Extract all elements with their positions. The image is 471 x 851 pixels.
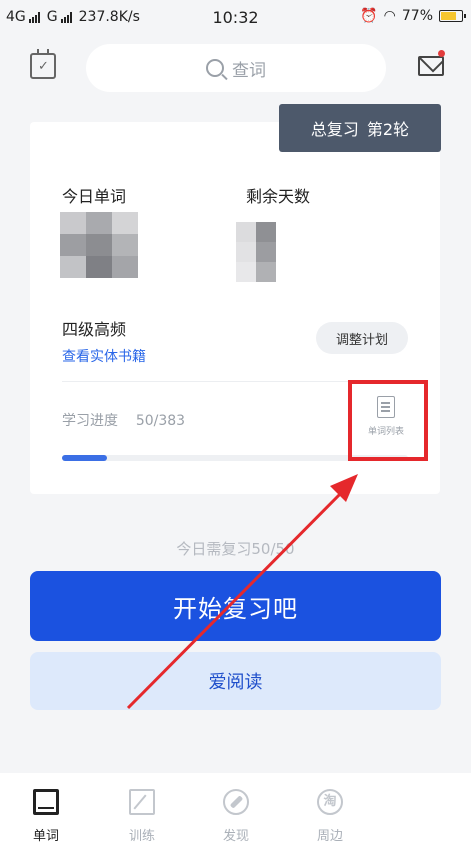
battery-percent: 77% bbox=[401, 8, 433, 24]
tab-label: 单词 bbox=[32, 829, 59, 844]
alarm-icon: ⏰ bbox=[360, 8, 378, 24]
plan-name: 四级高频 bbox=[62, 320, 127, 339]
compass-icon bbox=[223, 789, 249, 815]
annotation-highlight-box bbox=[348, 380, 428, 461]
edit-icon bbox=[129, 789, 155, 815]
view-book-link[interactable]: 查看实体书籍 bbox=[62, 346, 146, 366]
days-left-value-obscured bbox=[236, 222, 276, 282]
tab-nearby[interactable]: 淘 周边 bbox=[300, 773, 360, 851]
tab-discover[interactable]: 发现 bbox=[206, 773, 266, 851]
search-placeholder: 查词 bbox=[232, 60, 266, 81]
mail-icon[interactable] bbox=[418, 56, 444, 76]
progress-bar-fill bbox=[62, 455, 108, 461]
search-icon bbox=[206, 59, 224, 77]
tab-training[interactable]: 训练 bbox=[112, 773, 172, 851]
progress-label: 学习进度 bbox=[62, 413, 118, 429]
today-words-value-obscured bbox=[60, 212, 138, 278]
adjust-plan-button[interactable]: 调整计划 bbox=[316, 322, 408, 354]
round-label: 总复习 bbox=[310, 120, 359, 139]
unread-dot bbox=[438, 50, 445, 57]
progress-text: 学习进度 50/383 bbox=[62, 410, 185, 430]
search-input[interactable]: 查词 bbox=[86, 44, 386, 92]
progress-value: 50/383 bbox=[135, 413, 186, 429]
calendar-check-icon[interactable]: ✓ bbox=[30, 49, 56, 79]
round-value: 第2轮 bbox=[366, 120, 410, 139]
days-left-label: 剩余天数 bbox=[246, 187, 311, 206]
status-bar: 4G G 237.8K/s 10:32 ⏰ ◠ 77% bbox=[0, 0, 471, 34]
system-icons: ⏰ ◠ 77% bbox=[360, 8, 466, 24]
battery-icon bbox=[439, 10, 466, 22]
tab-label: 训练 bbox=[128, 829, 155, 844]
start-review-button[interactable]: 开始复习吧 bbox=[30, 571, 441, 641]
wifi-icon: ◠ bbox=[383, 8, 396, 24]
header: ✓ 查词 bbox=[0, 40, 471, 96]
shop-icon: 淘 bbox=[317, 789, 343, 815]
tab-label: 周边 bbox=[316, 829, 343, 844]
book-icon bbox=[33, 789, 59, 815]
review-count-text: 今日需复习50/50 bbox=[176, 540, 295, 558]
tab-words[interactable]: 单词 bbox=[16, 773, 76, 851]
today-words-label: 今日单词 bbox=[62, 187, 127, 206]
tab-label: 发现 bbox=[222, 829, 249, 844]
love-reading-button[interactable]: 爱阅读 bbox=[30, 652, 441, 710]
bottom-tab-bar: 单词 训练 发现 淘 周边 bbox=[0, 773, 471, 851]
review-round-badge: 总复习 第2轮 bbox=[279, 104, 441, 152]
